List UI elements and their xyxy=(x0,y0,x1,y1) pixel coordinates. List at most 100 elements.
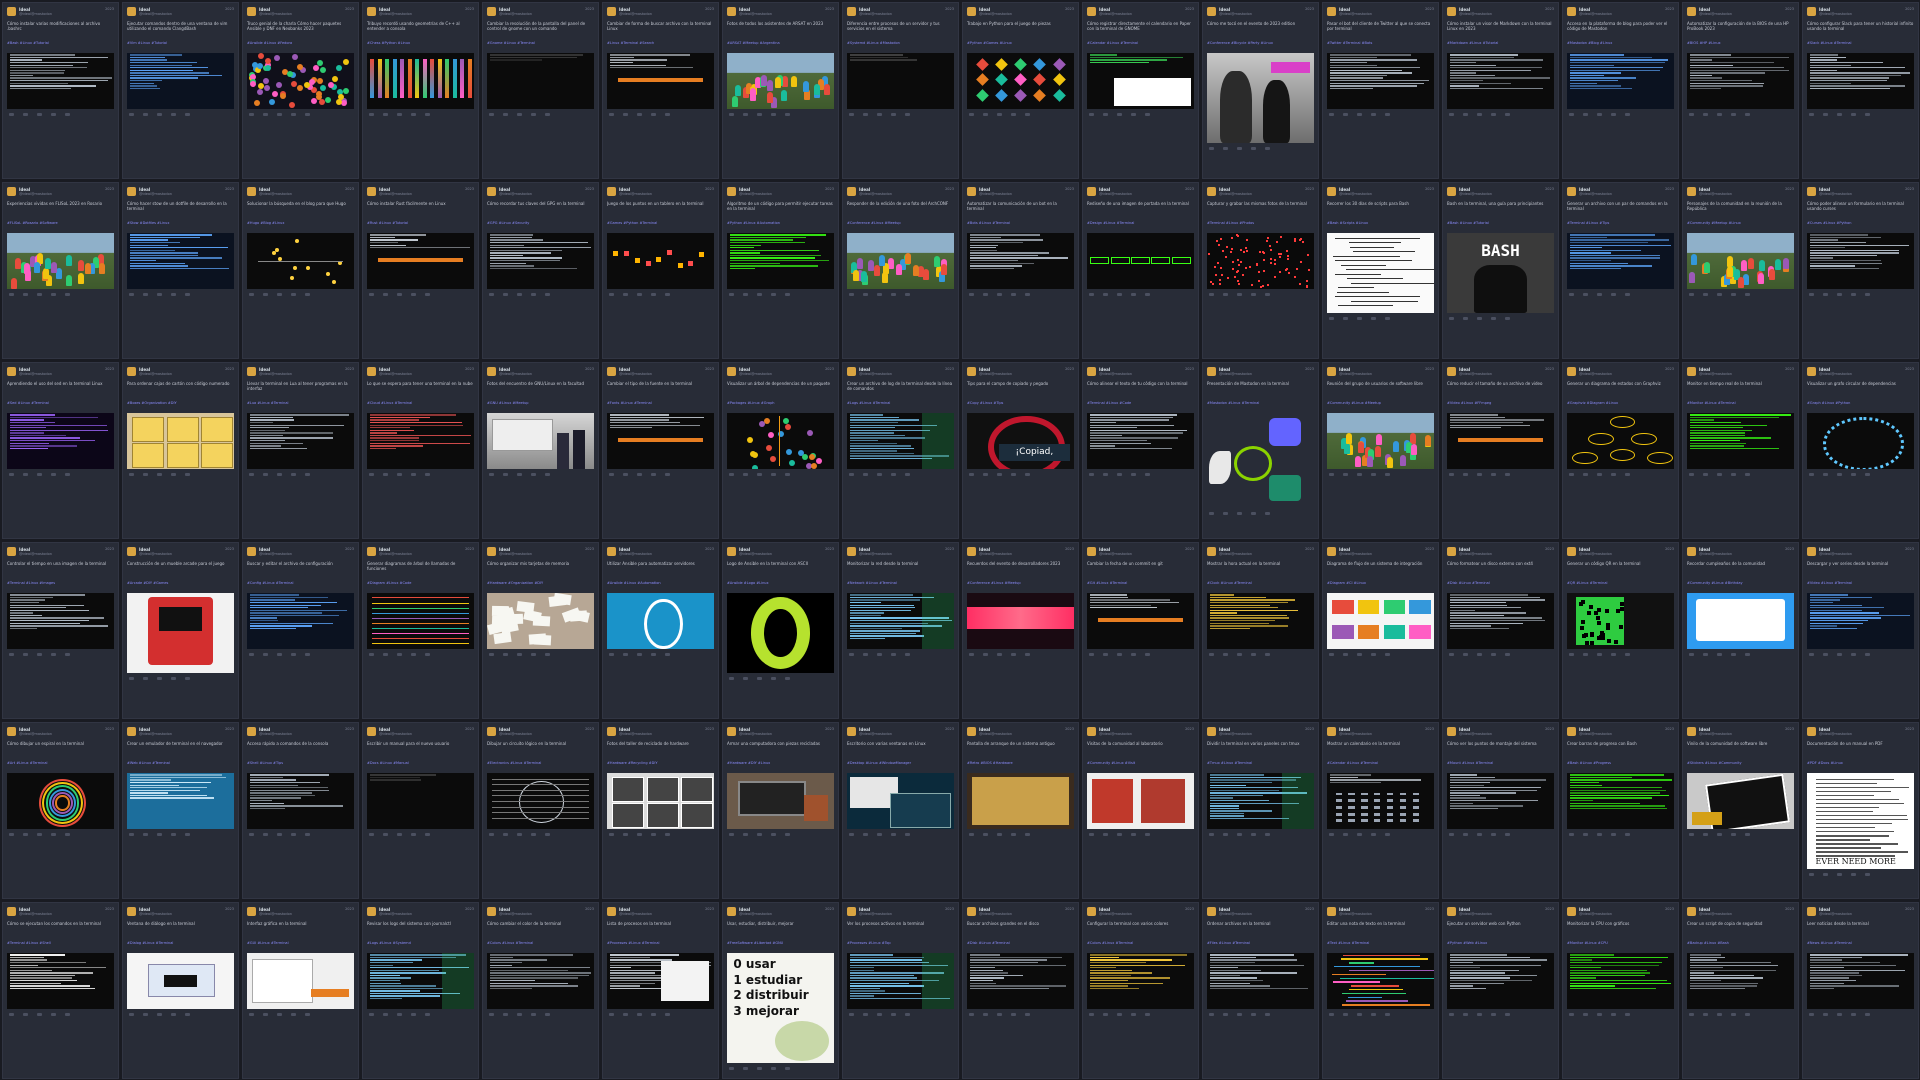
favourite-icon[interactable] xyxy=(157,677,162,680)
bookmark-icon[interactable] xyxy=(1611,833,1616,836)
post-card[interactable]: Ideal @ideal@mastodon 2023 Truco genial … xyxy=(242,2,359,179)
post-hashtags[interactable]: #Colors #Linux #Terminal xyxy=(1087,941,1194,950)
favourite-icon[interactable] xyxy=(37,653,42,656)
favourite-icon[interactable] xyxy=(877,833,882,836)
favourite-icon[interactable] xyxy=(157,1013,162,1016)
post-media[interactable] xyxy=(967,233,1074,289)
bookmark-icon[interactable] xyxy=(1251,833,1256,836)
favourite-icon[interactable] xyxy=(997,113,1002,116)
post-card[interactable]: Ideal @ideal@mastodon 2023 Dividir la te… xyxy=(1202,722,1319,899)
more-icon[interactable] xyxy=(545,653,550,656)
reply-icon[interactable] xyxy=(9,833,14,836)
more-icon[interactable] xyxy=(785,833,790,836)
post-date[interactable]: 2023 xyxy=(1065,7,1074,11)
favourite-icon[interactable] xyxy=(277,1013,282,1016)
post-card[interactable]: Ideal @ideal@mastodon 2023 Llevar la ter… xyxy=(242,362,359,539)
post-media[interactable] xyxy=(967,593,1074,649)
reply-icon[interactable] xyxy=(1329,317,1334,320)
boost-icon[interactable] xyxy=(863,1013,868,1016)
post-card[interactable]: Ideal @ideal@mastodon 2023 Escritorio co… xyxy=(842,722,959,899)
post-date[interactable]: 2023 xyxy=(465,547,474,551)
post-hashtags[interactable]: #Tmux #Linux #Terminal xyxy=(1207,761,1314,770)
post-date[interactable]: 2023 xyxy=(1185,727,1194,731)
more-icon[interactable] xyxy=(545,1013,550,1016)
post-hashtags[interactable]: #Cloud #Linux #Terminal xyxy=(367,401,474,410)
bookmark-icon[interactable] xyxy=(1851,293,1856,296)
more-icon[interactable] xyxy=(185,833,190,836)
avatar[interactable] xyxy=(247,367,256,376)
boost-icon[interactable] xyxy=(23,113,28,116)
post-date[interactable]: 2023 xyxy=(585,7,594,11)
boost-icon[interactable] xyxy=(1583,473,1588,476)
post-hashtags[interactable]: #Lua #Linux #Terminal xyxy=(247,401,354,410)
bookmark-icon[interactable] xyxy=(411,833,416,836)
avatar[interactable] xyxy=(1207,727,1216,736)
more-icon[interactable] xyxy=(1385,473,1390,476)
post-media[interactable] xyxy=(1207,953,1314,1009)
favourite-icon[interactable] xyxy=(1837,653,1842,656)
post-hashtags[interactable]: #Python #Linux #Automation xyxy=(727,221,834,230)
post-hashtags[interactable]: #Ansible #Linux #Automation xyxy=(607,581,714,590)
post-card[interactable]: Ideal @ideal@mastodon 2023 Cómo reducir … xyxy=(1442,362,1559,539)
reply-icon[interactable] xyxy=(1209,653,1214,656)
post-hashtags[interactable]: #Sed #Linux #Terminal xyxy=(7,401,114,410)
post-media[interactable] xyxy=(487,953,594,1009)
post-date[interactable]: 2023 xyxy=(1065,727,1074,731)
post-card[interactable]: Ideal @ideal@mastodon 2023 Fotos del tal… xyxy=(602,722,719,899)
post-hashtags[interactable]: #Mount #Linux #Terminal xyxy=(1447,761,1554,770)
avatar[interactable] xyxy=(1327,187,1336,196)
post-date[interactable]: 2023 xyxy=(945,907,954,911)
bookmark-icon[interactable] xyxy=(1731,653,1736,656)
post-media[interactable] xyxy=(7,953,114,1009)
post-hashtags[interactable]: #Backup #Linux #Bash xyxy=(1687,941,1794,950)
boost-icon[interactable] xyxy=(1703,833,1708,836)
bookmark-icon[interactable] xyxy=(51,473,56,476)
post-hashtags[interactable]: #Hardware #Organization #DIY xyxy=(487,581,594,590)
reply-icon[interactable] xyxy=(1449,473,1454,476)
avatar[interactable] xyxy=(727,367,736,376)
favourite-icon[interactable] xyxy=(397,1013,402,1016)
favourite-icon[interactable] xyxy=(1357,653,1362,656)
post-media[interactable] xyxy=(607,53,714,109)
bookmark-icon[interactable] xyxy=(1371,113,1376,116)
favourite-icon[interactable] xyxy=(1597,293,1602,296)
post-hashtags[interactable]: #Design #Linux #Terminal xyxy=(1087,221,1194,230)
favourite-icon[interactable] xyxy=(757,677,762,680)
post-card[interactable]: Ideal @ideal@mastodon 2023 Crear un scri… xyxy=(1682,902,1799,1079)
favourite-icon[interactable] xyxy=(37,113,42,116)
post-hashtags[interactable]: #Electronics #Linux #Terminal xyxy=(487,761,594,770)
bookmark-icon[interactable] xyxy=(1011,293,1016,296)
post-date[interactable]: 2023 xyxy=(465,727,474,731)
avatar[interactable] xyxy=(967,907,976,916)
boost-icon[interactable] xyxy=(983,1013,988,1016)
reply-icon[interactable] xyxy=(1329,1013,1334,1016)
bookmark-icon[interactable] xyxy=(291,653,296,656)
favourite-icon[interactable] xyxy=(1357,1013,1362,1016)
boost-icon[interactable] xyxy=(983,473,988,476)
boost-icon[interactable] xyxy=(623,653,628,656)
favourite-icon[interactable] xyxy=(1837,113,1842,116)
boost-icon[interactable] xyxy=(383,473,388,476)
post-media[interactable] xyxy=(127,413,234,469)
post-hashtags[interactable]: #Python #Games #Linux xyxy=(967,41,1074,50)
favourite-icon[interactable] xyxy=(1357,833,1362,836)
boost-icon[interactable] xyxy=(1463,113,1468,116)
post-hashtags[interactable]: #Logs #Linux #Systemd xyxy=(367,941,474,950)
post-hashtags[interactable]: #Dialog #Linux #Terminal xyxy=(127,941,234,950)
post-date[interactable]: 2023 xyxy=(225,907,234,911)
avatar[interactable] xyxy=(967,7,976,16)
reply-icon[interactable] xyxy=(1449,317,1454,320)
post-date[interactable]: 2023 xyxy=(345,547,354,551)
more-icon[interactable] xyxy=(1025,113,1030,116)
post-hashtags[interactable]: #Python #Web #Linux xyxy=(1447,941,1554,950)
post-card[interactable]: Ideal @ideal@mastodon 2023 Usar, estudia… xyxy=(722,902,839,1079)
avatar[interactable] xyxy=(1447,547,1456,556)
bookmark-icon[interactable] xyxy=(1371,653,1376,656)
post-card[interactable]: Ideal @ideal@mastodon 2023 Logo de Ansib… xyxy=(722,542,839,719)
bookmark-icon[interactable] xyxy=(771,833,776,836)
post-date[interactable]: 2023 xyxy=(585,547,594,551)
boost-icon[interactable] xyxy=(263,1013,268,1016)
boost-icon[interactable] xyxy=(1343,833,1348,836)
post-date[interactable]: 2023 xyxy=(1305,727,1314,731)
post-hashtags[interactable]: #Bash #Scripts #Linux xyxy=(1327,221,1434,230)
